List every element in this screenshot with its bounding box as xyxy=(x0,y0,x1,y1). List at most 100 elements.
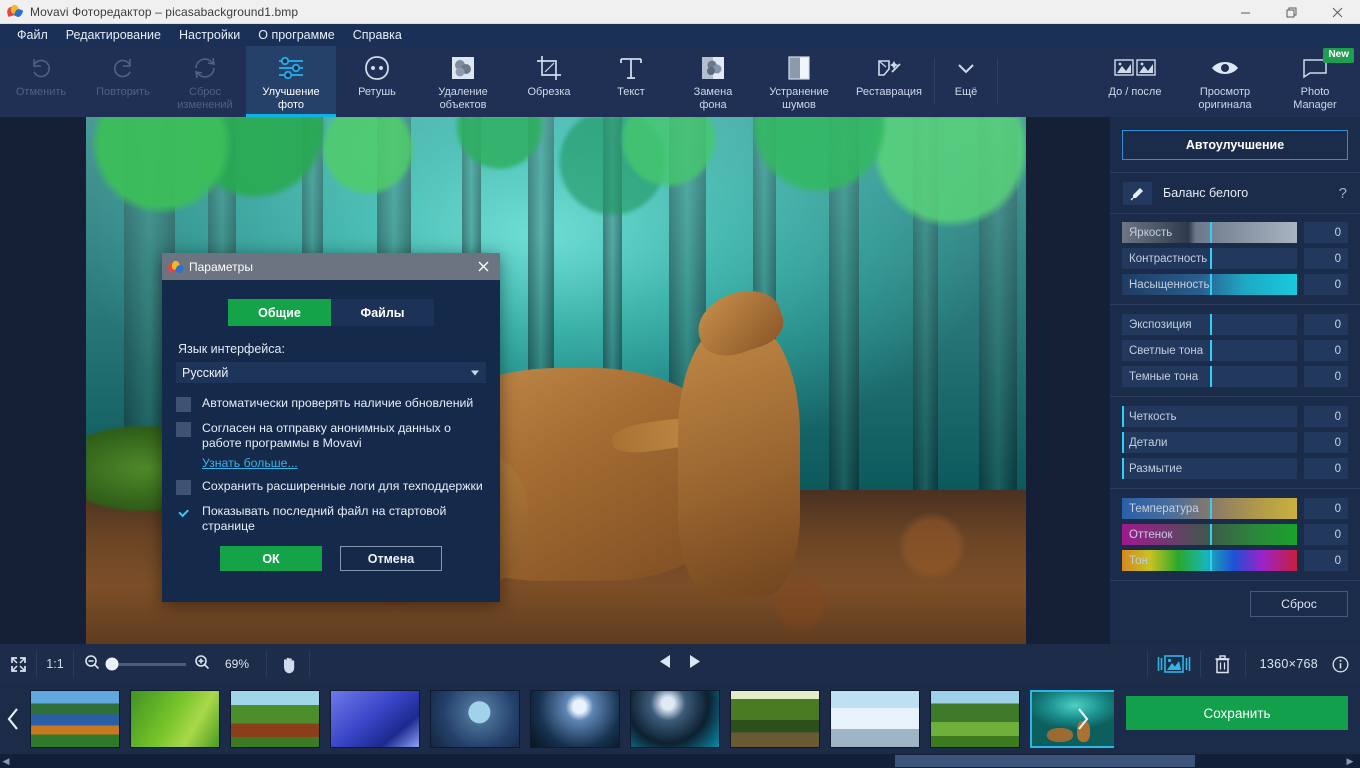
thumb-blue-winter-stream[interactable] xyxy=(330,690,420,748)
slider-row-blur[interactable]: Размытие 0 xyxy=(1122,458,1348,479)
slider-saturation[interactable]: Насыщенность xyxy=(1122,274,1297,295)
slider-exposure-value[interactable]: 0 xyxy=(1304,314,1348,335)
tab-files[interactable]: Файлы xyxy=(331,299,434,326)
slider-knob[interactable] xyxy=(1209,550,1212,571)
checkbox-row-auto-updates[interactable]: Автоматически проверять наличие обновлен… xyxy=(176,396,486,412)
scrollbar-thumb[interactable] xyxy=(895,755,1195,767)
thumb-moon-clouds-water[interactable] xyxy=(630,690,720,748)
checkbox-extended-logs[interactable] xyxy=(176,480,191,495)
thumb-snowy-road[interactable] xyxy=(830,690,920,748)
slider-knob[interactable] xyxy=(1122,432,1124,453)
checkbox-auto-updates[interactable] xyxy=(176,397,191,412)
slider-contrast[interactable]: Контрастность xyxy=(1122,248,1297,269)
thumb-green-meadow-lake[interactable] xyxy=(930,690,1020,748)
white-balance-row[interactable]: Баланс белого ? xyxy=(1110,173,1360,213)
checkbox-row-anonymous-data[interactable]: Согласен на отправку анонимных данных о … xyxy=(176,421,486,451)
slider-highlights[interactable]: Светлые тона xyxy=(1122,340,1297,361)
fit-to-screen-icon[interactable] xyxy=(0,644,36,684)
ok-button[interactable]: ОК xyxy=(220,546,322,571)
slider-details[interactable]: Детали xyxy=(1122,432,1297,453)
slider-brightness-value[interactable]: 0 xyxy=(1304,222,1348,243)
info-icon[interactable] xyxy=(1326,644,1360,684)
thumb-mountain-lake[interactable] xyxy=(30,690,120,748)
menu-file[interactable]: Файл xyxy=(8,25,57,45)
learn-more-link[interactable]: Узнать больше... xyxy=(202,456,486,470)
filmstrip-track[interactable] xyxy=(28,684,1114,754)
tool-crop[interactable]: Обрезка xyxy=(508,46,590,117)
next-triangle-icon[interactable] xyxy=(688,654,702,674)
slider-clarity[interactable]: Четкость xyxy=(1122,406,1297,427)
slider-knob[interactable] xyxy=(1209,314,1212,335)
slider-row-details[interactable]: Детали 0 xyxy=(1122,432,1348,453)
tool-background-replace[interactable]: Замена фона xyxy=(672,46,754,117)
thumb-forest-stream[interactable] xyxy=(730,690,820,748)
redo-button[interactable]: Повторить xyxy=(82,46,164,117)
close-icon[interactable] xyxy=(1314,0,1360,24)
chevron-right-icon[interactable] xyxy=(1068,684,1096,754)
undo-button[interactable]: Отменить xyxy=(0,46,82,117)
checkbox-row-extended-logs[interactable]: Сохранить расширенные логи для техподдер… xyxy=(176,479,486,495)
settings-dialog[interactable]: Параметры Общие Файлы Язык интерфейса: Р… xyxy=(162,253,500,602)
scroll-right-arrow-icon[interactable]: ▶ xyxy=(1344,756,1356,767)
canvas[interactable]: Параметры Общие Файлы Язык интерфейса: Р… xyxy=(0,117,1110,644)
filmstrip-scrollbar[interactable]: ◀ ▶ xyxy=(0,754,1360,768)
slider-knob[interactable] xyxy=(1209,222,1212,243)
slider-details-value[interactable]: 0 xyxy=(1304,432,1348,453)
tool-photo-manager[interactable]: New Photo Manager xyxy=(1270,46,1360,117)
slider-row-temperature[interactable]: Температура 0 xyxy=(1122,498,1348,519)
actual-size-button[interactable]: 1:1 xyxy=(37,644,73,684)
zoom-slider-knob[interactable] xyxy=(105,657,119,671)
restore-icon[interactable] xyxy=(1268,0,1314,24)
slider-saturation-value[interactable]: 0 xyxy=(1304,274,1348,295)
trash-icon[interactable] xyxy=(1201,644,1245,684)
slider-knob[interactable] xyxy=(1122,458,1124,479)
thumb-frost-moon-trees[interactable] xyxy=(430,690,520,748)
tool-denoise[interactable]: Устранение шумов xyxy=(754,46,844,117)
eyedropper-icon[interactable] xyxy=(1123,181,1152,205)
scroll-left-arrow-icon[interactable]: ◀ xyxy=(0,756,12,767)
menu-edit[interactable]: Редактирование xyxy=(57,25,170,45)
slider-knob[interactable] xyxy=(1209,498,1212,519)
slider-row-exposure[interactable]: Экспозиция 0 xyxy=(1122,314,1348,335)
tool-restoration[interactable]: Реставрация xyxy=(844,46,934,117)
tool-object-removal[interactable]: Удаление объектов xyxy=(418,46,508,117)
slider-row-saturation[interactable]: Насыщенность 0 xyxy=(1122,274,1348,295)
slider-contrast-value[interactable]: 0 xyxy=(1304,248,1348,269)
slider-tint-value[interactable]: 0 xyxy=(1304,524,1348,545)
zoom-out-icon[interactable] xyxy=(84,654,100,675)
slider-blur-value[interactable]: 0 xyxy=(1304,458,1348,479)
tab-general[interactable]: Общие xyxy=(228,299,331,326)
slider-exposure[interactable]: Экспозиция xyxy=(1122,314,1297,335)
menu-help[interactable]: Справка xyxy=(344,25,411,45)
slider-row-highlights[interactable]: Светлые тона 0 xyxy=(1122,340,1348,361)
slider-knob[interactable] xyxy=(1122,406,1124,427)
slider-knob[interactable] xyxy=(1209,248,1212,269)
tool-before-after[interactable]: До / после xyxy=(1090,46,1180,117)
slider-row-brightness[interactable]: Яркость 0 xyxy=(1122,222,1348,243)
checkbox-show-last-file[interactable] xyxy=(176,505,191,520)
thumb-green-grass[interactable] xyxy=(130,690,220,748)
reset-changes-button[interactable]: Сброс изменений xyxy=(164,46,246,117)
hand-pan-icon[interactable] xyxy=(267,644,309,684)
tool-view-original[interactable]: Просмотр оригинала xyxy=(1180,46,1270,117)
tool-text[interactable]: Текст xyxy=(590,46,672,117)
slider-highlights-value[interactable]: 0 xyxy=(1304,340,1348,361)
close-icon[interactable] xyxy=(472,256,494,278)
filmstrip-toggle-icon[interactable] xyxy=(1148,644,1200,684)
chevron-left-icon[interactable] xyxy=(0,684,28,754)
help-icon[interactable]: ? xyxy=(1339,185,1347,202)
slider-knob[interactable] xyxy=(1209,340,1212,361)
slider-tint[interactable]: Оттенок xyxy=(1122,524,1297,545)
menu-about[interactable]: О программе xyxy=(249,25,343,45)
thumb-moon-over-sea[interactable] xyxy=(530,690,620,748)
slider-shadows[interactable]: Темные тона xyxy=(1122,366,1297,387)
slider-brightness[interactable]: Яркость xyxy=(1122,222,1297,243)
language-select[interactable]: Русский xyxy=(176,362,486,383)
tool-more[interactable]: Ещё xyxy=(935,46,997,117)
zoom-slider[interactable] xyxy=(105,657,186,671)
slider-row-tint[interactable]: Оттенок 0 xyxy=(1122,524,1348,545)
slider-clarity-value[interactable]: 0 xyxy=(1304,406,1348,427)
slider-row-shadows[interactable]: Темные тона 0 xyxy=(1122,366,1348,387)
menu-settings[interactable]: Настройки xyxy=(170,25,249,45)
thumb-birch-path[interactable] xyxy=(230,690,320,748)
